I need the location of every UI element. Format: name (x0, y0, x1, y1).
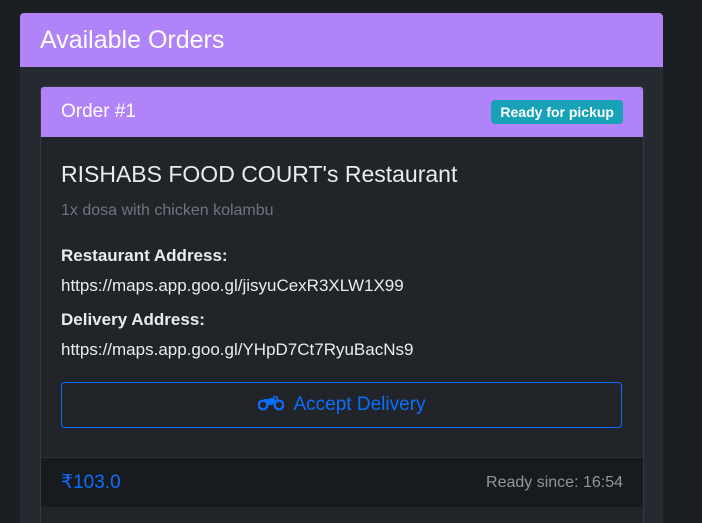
order-number: Order #1 (61, 101, 136, 122)
restaurant-name: RISHABS FOOD COURT's Restaurant (61, 161, 458, 187)
order-price: ₹103.0 (61, 472, 121, 493)
accept-delivery-button[interactable]: Accept Delivery (61, 382, 622, 428)
order-items: 1x dosa with chicken kolambu (61, 202, 274, 219)
restaurant-address-label: Restaurant Address: (61, 246, 228, 265)
order-card-body: RISHABS FOOD COURT's Restaurant 1x dosa … (41, 137, 643, 428)
accept-delivery-label: Accept Delivery (293, 394, 426, 415)
panel-header: Available Orders (20, 13, 663, 67)
status-badge: Ready for pickup (491, 100, 623, 124)
restaurant-address: https://maps.app.goo.gl/jisyuCexR3XLW1X9… (61, 276, 404, 295)
motorcycle-icon (257, 393, 284, 417)
delivery-address-label: Delivery Address: (61, 310, 205, 329)
available-orders-panel: Available Orders Order #1 Ready for pick… (20, 13, 663, 523)
delivery-address: https://maps.app.goo.gl/YHpD7Ct7RyuBacNs… (61, 340, 414, 359)
order-card-header: Order #1 Ready for pickup (41, 87, 643, 137)
order-card: Order #1 Ready for pickup RISHABS FOOD C… (40, 86, 644, 523)
ready-since: Ready since: 16:54 (486, 473, 623, 491)
panel-title: Available Orders (40, 25, 225, 54)
order-card-footer: ₹103.0 Ready since: 16:54 (41, 457, 643, 507)
